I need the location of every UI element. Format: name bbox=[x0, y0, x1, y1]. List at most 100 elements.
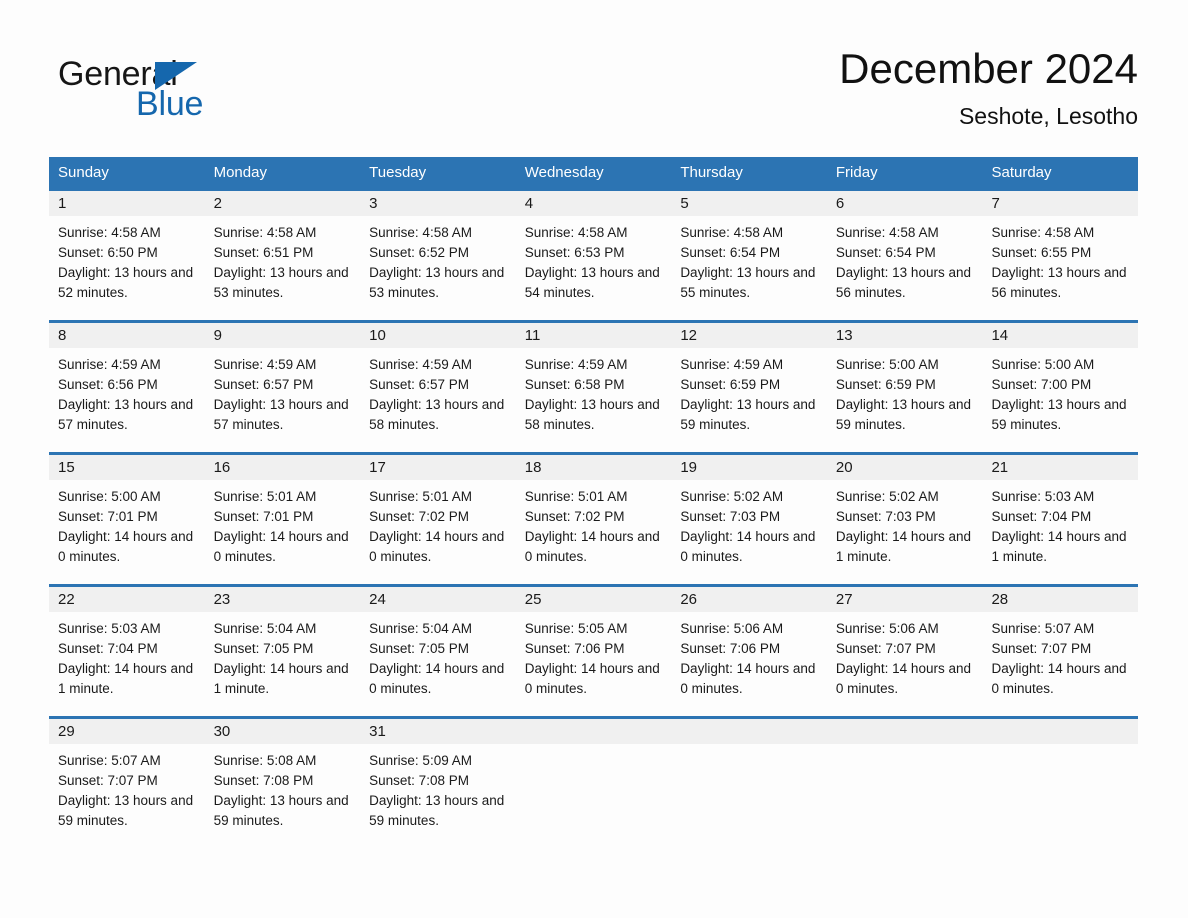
daylight-text: Daylight: 14 hours and 1 minute. bbox=[58, 661, 194, 696]
day-number: 8 bbox=[49, 323, 205, 348]
day-cell[interactable]: 2 Sunrise: 4:58 AM Sunset: 6:51 PM Dayli… bbox=[204, 191, 361, 320]
day-cell[interactable]: 6 Sunrise: 4:58 AM Sunset: 6:54 PM Dayli… bbox=[826, 191, 983, 320]
day-info: Sunrise: 5:06 AM Sunset: 7:06 PM Dayligh… bbox=[671, 612, 827, 699]
day-cell[interactable]: 11 Sunrise: 4:59 AM Sunset: 6:58 PM Dayl… bbox=[515, 323, 672, 452]
sunrise-text: Sunrise: 4:59 AM bbox=[524, 357, 628, 372]
day-info bbox=[982, 744, 1138, 751]
day-cell[interactable]: 27 Sunrise: 5:06 AM Sunset: 7:07 PM Dayl… bbox=[826, 587, 983, 716]
day-cell[interactable]: 29 Sunrise: 5:07 AM Sunset: 7:07 PM Dayl… bbox=[49, 719, 205, 848]
day-cell-empty bbox=[982, 719, 1139, 848]
sunset-text: Sunset: 7:06 PM bbox=[680, 641, 781, 656]
day-cell[interactable]: 30 Sunrise: 5:08 AM Sunset: 7:08 PM Dayl… bbox=[204, 719, 361, 848]
day-cell[interactable]: 5 Sunrise: 4:58 AM Sunset: 6:54 PM Dayli… bbox=[671, 191, 827, 320]
sunrise-text: Sunrise: 4:58 AM bbox=[835, 225, 939, 240]
day-info: Sunrise: 4:58 AM Sunset: 6:51 PM Dayligh… bbox=[205, 216, 361, 303]
day-cell[interactable]: 14 Sunrise: 5:00 AM Sunset: 7:00 PM Dayl… bbox=[982, 323, 1139, 452]
daylight-text: Daylight: 13 hours and 58 minutes. bbox=[524, 397, 660, 432]
day-number: 16 bbox=[204, 455, 361, 480]
day-info bbox=[827, 744, 983, 751]
sunrise-text: Sunrise: 5:00 AM bbox=[835, 357, 939, 372]
day-cell[interactable]: 19 Sunrise: 5:02 AM Sunset: 7:03 PM Dayl… bbox=[671, 455, 827, 584]
sunset-text: Sunset: 6:57 PM bbox=[369, 377, 469, 392]
day-cell[interactable]: 26 Sunrise: 5:06 AM Sunset: 7:06 PM Dayl… bbox=[671, 587, 827, 716]
day-number bbox=[982, 719, 1139, 744]
sunset-text: Sunset: 6:53 PM bbox=[524, 245, 625, 260]
day-number: 30 bbox=[204, 719, 361, 744]
day-cell[interactable]: 25 Sunrise: 5:05 AM Sunset: 7:06 PM Dayl… bbox=[515, 587, 672, 716]
sunrise-text: Sunrise: 4:58 AM bbox=[369, 225, 472, 240]
day-cell[interactable]: 12 Sunrise: 4:59 AM Sunset: 6:59 PM Dayl… bbox=[671, 323, 827, 452]
day-cell-empty bbox=[515, 719, 672, 848]
sunset-text: Sunset: 7:03 PM bbox=[835, 509, 936, 524]
day-info: Sunrise: 5:04 AM Sunset: 7:05 PM Dayligh… bbox=[205, 612, 361, 699]
day-cell[interactable]: 7 Sunrise: 4:58 AM Sunset: 6:55 PM Dayli… bbox=[982, 191, 1139, 320]
sunset-text: Sunset: 7:00 PM bbox=[991, 377, 1092, 392]
sunrise-text: Sunrise: 4:58 AM bbox=[991, 225, 1095, 240]
day-number: 18 bbox=[515, 455, 672, 480]
sunset-text: Sunset: 7:07 PM bbox=[835, 641, 936, 656]
day-info: Sunrise: 4:58 AM Sunset: 6:54 PM Dayligh… bbox=[671, 216, 827, 303]
daylight-text: Daylight: 13 hours and 59 minutes. bbox=[213, 793, 349, 828]
day-cell[interactable]: 17 Sunrise: 5:01 AM Sunset: 7:02 PM Dayl… bbox=[360, 455, 516, 584]
day-cell[interactable]: 23 Sunrise: 5:04 AM Sunset: 7:05 PM Dayl… bbox=[204, 587, 361, 716]
sunset-text: Sunset: 7:02 PM bbox=[524, 509, 625, 524]
sunset-text: Sunset: 7:08 PM bbox=[213, 773, 314, 788]
day-info: Sunrise: 4:58 AM Sunset: 6:55 PM Dayligh… bbox=[982, 216, 1138, 303]
day-cell[interactable]: 3 Sunrise: 4:58 AM Sunset: 6:52 PM Dayli… bbox=[360, 191, 516, 320]
day-cell[interactable]: 16 Sunrise: 5:01 AM Sunset: 7:01 PM Dayl… bbox=[204, 455, 361, 584]
day-cell[interactable]: 20 Sunrise: 5:02 AM Sunset: 7:03 PM Dayl… bbox=[826, 455, 983, 584]
day-number: 5 bbox=[671, 191, 827, 216]
day-cell[interactable]: 13 Sunrise: 5:00 AM Sunset: 6:59 PM Dayl… bbox=[826, 323, 983, 452]
day-info: Sunrise: 5:00 AM Sunset: 6:59 PM Dayligh… bbox=[827, 348, 983, 435]
day-number: 4 bbox=[515, 191, 672, 216]
day-cell[interactable]: 24 Sunrise: 5:04 AM Sunset: 7:05 PM Dayl… bbox=[360, 587, 516, 716]
daylight-text: Daylight: 14 hours and 0 minutes. bbox=[369, 661, 505, 696]
sunset-text: Sunset: 7:05 PM bbox=[369, 641, 469, 656]
daylight-text: Daylight: 14 hours and 0 minutes. bbox=[835, 661, 971, 696]
daylight-text: Daylight: 13 hours and 59 minutes. bbox=[58, 793, 194, 828]
day-cell[interactable]: 10 Sunrise: 4:59 AM Sunset: 6:57 PM Dayl… bbox=[360, 323, 516, 452]
sunrise-text: Sunrise: 4:59 AM bbox=[58, 357, 161, 372]
day-info: Sunrise: 5:09 AM Sunset: 7:08 PM Dayligh… bbox=[360, 744, 516, 831]
day-info: Sunrise: 4:58 AM Sunset: 6:50 PM Dayligh… bbox=[49, 216, 205, 303]
daylight-text: Daylight: 14 hours and 0 minutes. bbox=[680, 661, 816, 696]
daylight-text: Daylight: 14 hours and 1 minute. bbox=[991, 529, 1127, 564]
day-info: Sunrise: 5:00 AM Sunset: 7:00 PM Dayligh… bbox=[982, 348, 1138, 435]
day-cell[interactable]: 18 Sunrise: 5:01 AM Sunset: 7:02 PM Dayl… bbox=[515, 455, 672, 584]
sunrise-text: Sunrise: 5:03 AM bbox=[991, 489, 1095, 504]
day-cell[interactable]: 22 Sunrise: 5:03 AM Sunset: 7:04 PM Dayl… bbox=[49, 587, 205, 716]
day-number: 25 bbox=[515, 587, 672, 612]
sunset-text: Sunset: 7:04 PM bbox=[58, 641, 158, 656]
day-cell[interactable]: 21 Sunrise: 5:03 AM Sunset: 7:04 PM Dayl… bbox=[982, 455, 1139, 584]
day-number: 2 bbox=[204, 191, 361, 216]
sunset-text: Sunset: 7:04 PM bbox=[991, 509, 1092, 524]
day-cell[interactable]: 8 Sunrise: 4:59 AM Sunset: 6:56 PM Dayli… bbox=[49, 323, 205, 452]
sunrise-text: Sunrise: 5:09 AM bbox=[369, 753, 472, 768]
weekday-header-wednesday: Wednesday bbox=[524, 164, 604, 181]
daylight-text: Daylight: 13 hours and 57 minutes. bbox=[213, 397, 349, 432]
day-info: Sunrise: 4:59 AM Sunset: 6:59 PM Dayligh… bbox=[671, 348, 827, 435]
daylight-text: Daylight: 13 hours and 57 minutes. bbox=[58, 397, 194, 432]
daylight-text: Daylight: 14 hours and 0 minutes. bbox=[680, 529, 816, 564]
sunrise-text: Sunrise: 5:01 AM bbox=[213, 489, 317, 504]
day-cell[interactable]: 28 Sunrise: 5:07 AM Sunset: 7:07 PM Dayl… bbox=[982, 587, 1139, 716]
day-info: Sunrise: 5:02 AM Sunset: 7:03 PM Dayligh… bbox=[671, 480, 827, 567]
week-row: 22 Sunrise: 5:03 AM Sunset: 7:04 PM Dayl… bbox=[49, 584, 1139, 716]
sunset-text: Sunset: 6:56 PM bbox=[58, 377, 158, 392]
day-number: 27 bbox=[826, 587, 983, 612]
day-cell[interactable]: 1 Sunrise: 4:58 AM Sunset: 6:50 PM Dayli… bbox=[49, 191, 205, 320]
day-number: 28 bbox=[982, 587, 1139, 612]
daylight-text: Daylight: 13 hours and 59 minutes. bbox=[991, 397, 1127, 432]
day-cell[interactable]: 31 Sunrise: 5:09 AM Sunset: 7:08 PM Dayl… bbox=[360, 719, 516, 848]
day-number: 23 bbox=[204, 587, 361, 612]
sunrise-text: Sunrise: 5:04 AM bbox=[213, 621, 317, 636]
sunset-text: Sunset: 7:03 PM bbox=[680, 509, 781, 524]
day-info: Sunrise: 5:08 AM Sunset: 7:08 PM Dayligh… bbox=[205, 744, 361, 831]
week-row: 15 Sunrise: 5:00 AM Sunset: 7:01 PM Dayl… bbox=[49, 452, 1139, 584]
day-cell[interactable]: 9 Sunrise: 4:59 AM Sunset: 6:57 PM Dayli… bbox=[204, 323, 361, 452]
day-cell[interactable]: 4 Sunrise: 4:58 AM Sunset: 6:53 PM Dayli… bbox=[515, 191, 672, 320]
day-cell[interactable]: 15 Sunrise: 5:00 AM Sunset: 7:01 PM Dayl… bbox=[49, 455, 205, 584]
weekday-header-monday: Monday bbox=[213, 164, 267, 181]
day-info: Sunrise: 5:05 AM Sunset: 7:06 PM Dayligh… bbox=[516, 612, 672, 699]
day-info: Sunrise: 4:58 AM Sunset: 6:54 PM Dayligh… bbox=[827, 216, 983, 303]
